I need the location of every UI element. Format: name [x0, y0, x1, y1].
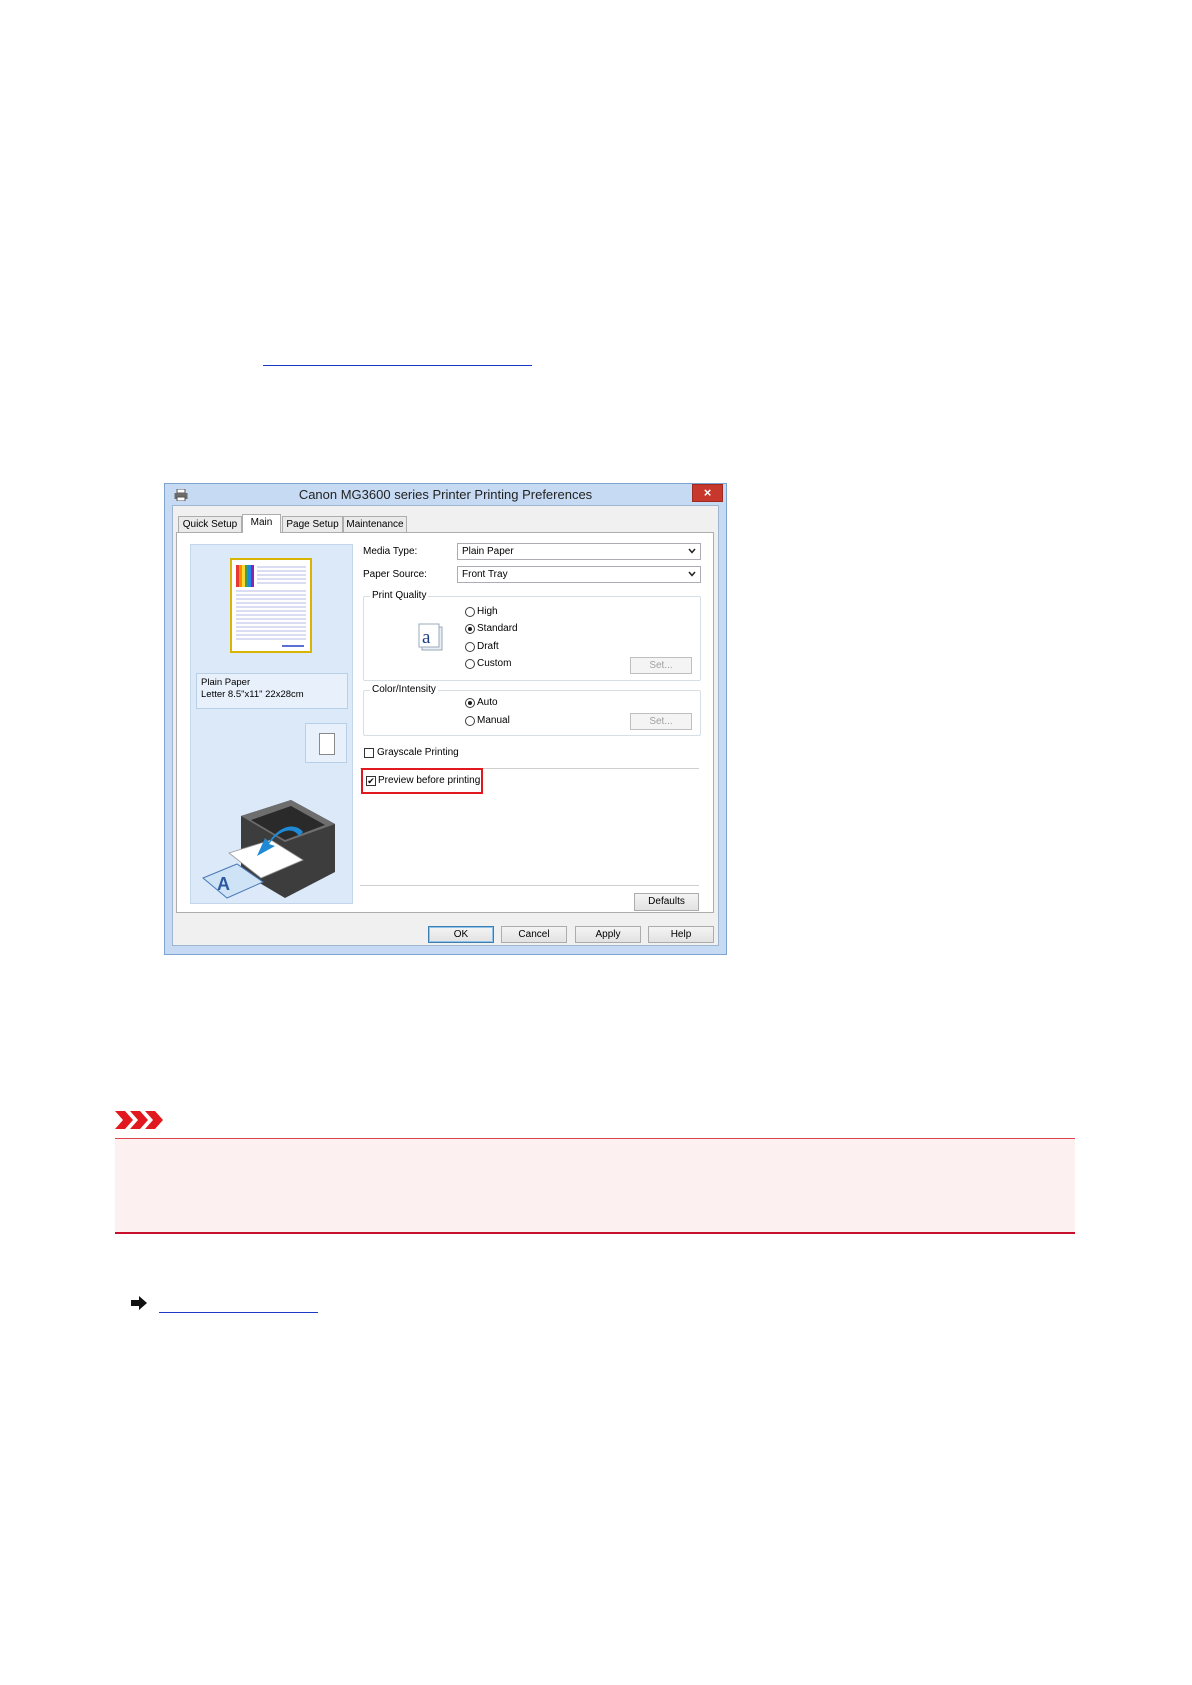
svg-text:a: a [422, 627, 431, 648]
chevron-down-icon [688, 548, 696, 554]
defaults-button[interactable]: Defaults [634, 893, 699, 911]
paper-source-value: Front Tray [462, 569, 508, 580]
media-type-select[interactable]: Plain Paper [457, 543, 701, 560]
printing-preferences-dialog: Canon MG3600 series Printer Printing Pre… [164, 483, 727, 955]
cancel-button[interactable]: Cancel [501, 926, 567, 943]
paper-info-size: Letter 8.5"x11" 22x28cm [201, 689, 304, 700]
grayscale-label: Grayscale Printing [377, 747, 459, 758]
highlight-box [361, 768, 483, 794]
media-type-value: Plain Paper [462, 546, 514, 557]
paper-source-select[interactable]: Front Tray [457, 566, 701, 583]
divider [360, 885, 699, 886]
radio-circle[interactable] [465, 716, 475, 726]
printer-illustration: A [202, 800, 335, 899]
paper-source-label: Paper Source: [363, 569, 427, 580]
paper-info-box: Plain Paper Letter 8.5"x11" 22x28cm [196, 673, 348, 709]
radio-label: Standard [477, 623, 518, 634]
close-icon[interactable]: × [692, 484, 723, 502]
radio-circle[interactable] [465, 624, 475, 634]
paper-info-type: Plain Paper [201, 677, 251, 688]
color-set-button[interactable]: Set... [630, 713, 692, 730]
radio-circle[interactable] [465, 659, 475, 669]
radio-circle[interactable] [465, 698, 475, 708]
printer-icon [174, 489, 188, 501]
arrow-right-icon [131, 1296, 147, 1310]
paper-preview-image [230, 558, 312, 653]
radio-circle[interactable] [465, 642, 475, 652]
tab-page-setup[interactable]: Page Setup [282, 516, 343, 532]
svg-text:A: A [217, 874, 230, 894]
top-link[interactable] [263, 365, 532, 366]
grayscale-checkbox[interactable] [364, 748, 374, 758]
chevron-down-icon [688, 571, 696, 577]
help-button[interactable]: Help [648, 926, 714, 943]
tab-quick-setup[interactable]: Quick Setup [178, 516, 242, 532]
orientation-icon [305, 723, 347, 763]
color-intensity-legend: Color/Intensity [370, 684, 438, 695]
radio-label: Auto [477, 697, 498, 708]
radio-label: Custom [477, 658, 512, 669]
print-quality-icon: a [418, 623, 443, 651]
dialog-title: Canon MG3600 series Printer Printing Pre… [298, 487, 593, 502]
ok-button[interactable]: OK [428, 926, 494, 943]
print-quality-legend: Print Quality [370, 590, 429, 601]
important-icon [115, 1111, 163, 1129]
radio-label: Manual [477, 715, 510, 726]
media-type-label: Media Type: [363, 546, 418, 557]
tab-main[interactable]: Main [242, 514, 281, 533]
important-note-box [115, 1138, 1075, 1234]
radio-label: High [477, 606, 498, 617]
quality-set-button[interactable]: Set... [630, 657, 692, 674]
radio-circle[interactable] [465, 607, 475, 617]
portrait-page-icon [319, 733, 335, 755]
related-link[interactable] [159, 1312, 318, 1313]
tab-maintenance[interactable]: Maintenance [343, 516, 407, 532]
radio-label: Draft [477, 641, 499, 652]
apply-button[interactable]: Apply [575, 926, 641, 943]
